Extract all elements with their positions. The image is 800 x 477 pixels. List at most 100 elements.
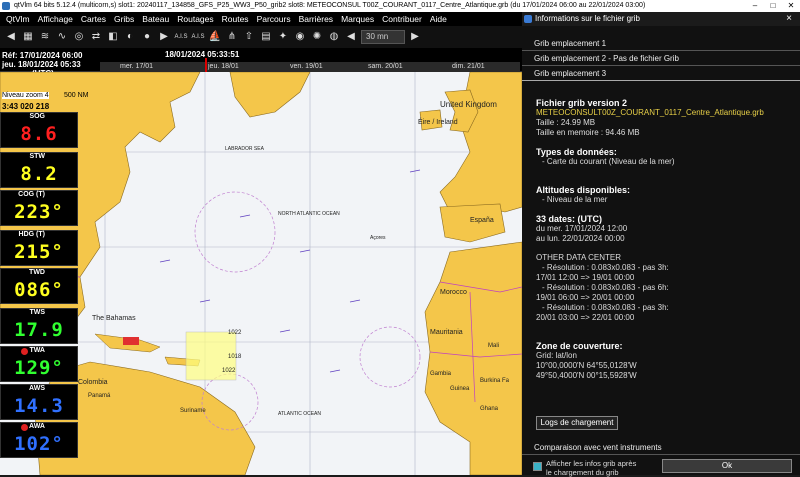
menu-gribs[interactable]: Gribs [114,12,134,26]
tab-compare-instruments[interactable]: Comparaison avec vent instruments [522,440,800,455]
menu-routes[interactable]: Routes [222,12,249,26]
record-icon[interactable]: ◍ [327,30,341,44]
current-icon[interactable]: ⇄ [89,30,103,44]
map-label: Mali [488,343,499,349]
sog-value: 8.6 [4,124,74,144]
map-label: Burkina Fa [480,378,510,384]
map-label: ATLANTIC OCEAN [278,411,321,417]
map-label: Gambia [430,371,452,377]
step-forward-icon[interactable]: ▶ [408,30,422,44]
alert-dot-icon [21,348,28,355]
app-icon [2,2,10,10]
instrument-stw: STW 8.2 [0,152,78,188]
map-label: Suriname [180,408,206,414]
compass-icon[interactable]: ◐ [123,30,137,44]
minimize-icon[interactable]: – [746,0,764,12]
map-label: Ghana [480,406,499,412]
twa-value: 129° [4,358,74,378]
grib-icon[interactable]: ▦ [21,30,35,44]
menu-marques[interactable]: Marques [341,12,374,26]
menu-bateau[interactable]: Bateau [142,12,169,26]
day-label: ven. 19/01 [290,63,323,70]
aws-value: 14.3 [4,396,74,416]
menu-barrieres[interactable]: Barrières [299,12,333,26]
target-icon[interactable]: ◉ [293,30,307,44]
tab-grib-slot-2[interactable]: Grib emplacement 2 - Pas de fichier Grib [522,51,800,66]
instrument-twd: TWD 086° [0,268,78,304]
day-label: sam. 20/01 [368,63,403,70]
window-controls: – □ ✕ [746,0,800,12]
instrument-twa: TWA 129° [0,346,78,382]
tab-grib-slot-3[interactable]: Grib emplacement 3 [522,66,800,81]
map-label: España [470,217,494,224]
stw-value: 8.2 [4,164,74,184]
ais-icon[interactable]: A.I.S [174,30,188,44]
chart-map[interactable]: United Kingdom Éire / Ireland LABRADOR S… [0,72,522,475]
map-label: United Kingdom [440,100,497,109]
maximize-icon[interactable]: □ [764,0,782,12]
wind-icon[interactable]: ≋ [38,30,52,44]
isobar-label: 1022 [222,368,236,374]
map-label: Morocco [440,289,467,296]
hdg-value: 215° [4,242,74,262]
map-label: Éire / Ireland [418,117,458,126]
play-icon[interactable]: ▶ [157,30,171,44]
map-label: Açores [370,235,386,241]
back-icon[interactable]: ◀ [4,30,18,44]
menu-cartes[interactable]: Cartes [81,12,106,26]
instrument-cog: COG (T) 223° [0,190,78,226]
isobar-label: 1022 [228,330,242,336]
ok-button[interactable]: Ok [662,459,792,473]
scale-label: 500 NM [64,92,89,99]
cog-value: 223° [4,202,74,222]
stop-icon[interactable]: ● [140,30,154,44]
isobar-label: 1018 [228,354,242,360]
map-canvas: United Kingdom Éire / Ireland LABRADOR S… [0,72,522,475]
ais-2-icon[interactable]: A.I.S [191,30,205,44]
menu-bar: QtVlm Affichage Cartes Gribs Bateau Rout… [0,12,522,26]
alert-dot-icon [21,424,28,431]
map-label: Mauritania [430,329,463,336]
overlay-icon[interactable]: ◧ [106,30,120,44]
window-title: qtVlm 64 bits 5.12.4 (multicorn,s) slot1… [14,2,646,9]
show-info-checkbox[interactable] [533,462,542,471]
show-info-label: Afficher les infos grib après le chargem… [546,459,637,477]
coord-readout: 3:43 020 218 [2,102,50,111]
twd-value: 086° [4,280,74,300]
tab-grib-slot-1[interactable]: Grib emplacement 1 [522,36,800,51]
instrument-tws: TWS 17.9 [0,308,78,344]
close-window-icon[interactable]: ✕ [782,0,800,12]
menu-qtvlm[interactable]: QtVlm [6,12,30,26]
menu-affichage[interactable]: Affichage [38,12,73,26]
timeline-slider[interactable]: mer. 17/01 jeu. 18/01 ven. 19/01 sam. 20… [100,62,520,72]
up-arrow-icon[interactable]: ⇧ [242,30,256,44]
info-icon [524,15,532,23]
timeline-cursor[interactable] [205,58,207,72]
menu-contribuer[interactable]: Contribuer [382,12,422,26]
waves-icon[interactable]: ∿ [55,30,69,44]
current-time: 18/01/2024 05:33:51 [165,50,240,59]
menu-aide[interactable]: Aide [430,12,447,26]
instrument-awa: AWA 102° [0,422,78,458]
instrument-hdg: HDG (T) 215° [0,230,78,266]
tws-value: 17.9 [4,320,74,340]
logs-button[interactable]: Logs de chargement [536,416,618,430]
map-label: Colombia [78,379,108,386]
panel-title-bar: Informations sur le fichier grib × [522,12,800,26]
step-back-icon[interactable]: ◀ [344,30,358,44]
menu-routages[interactable]: Routages [177,12,213,26]
menu-parcours[interactable]: Parcours [257,12,291,26]
grid-icon[interactable]: ▤ [259,30,273,44]
settings-icon[interactable]: ✺ [310,30,324,44]
routing-icon[interactable]: ⋔ [225,30,239,44]
marks-icon[interactable]: ✦ [276,30,290,44]
time-step-select[interactable]: 30 mn [361,30,405,44]
close-icon[interactable]: × [786,12,792,26]
grib-info-panel: Informations sur le fichier grib × Grib … [522,12,800,477]
day-label: jeu. 18/01 [208,63,239,70]
map-label: Guinea [450,386,470,392]
boat-icon[interactable]: ⛵ [208,30,222,44]
pressure-icon[interactable]: ◎ [72,30,86,44]
grib-details: Fichier grib version 2 METEOCONSULT00Z_C… [536,98,796,381]
day-label: mer. 17/01 [120,63,154,70]
